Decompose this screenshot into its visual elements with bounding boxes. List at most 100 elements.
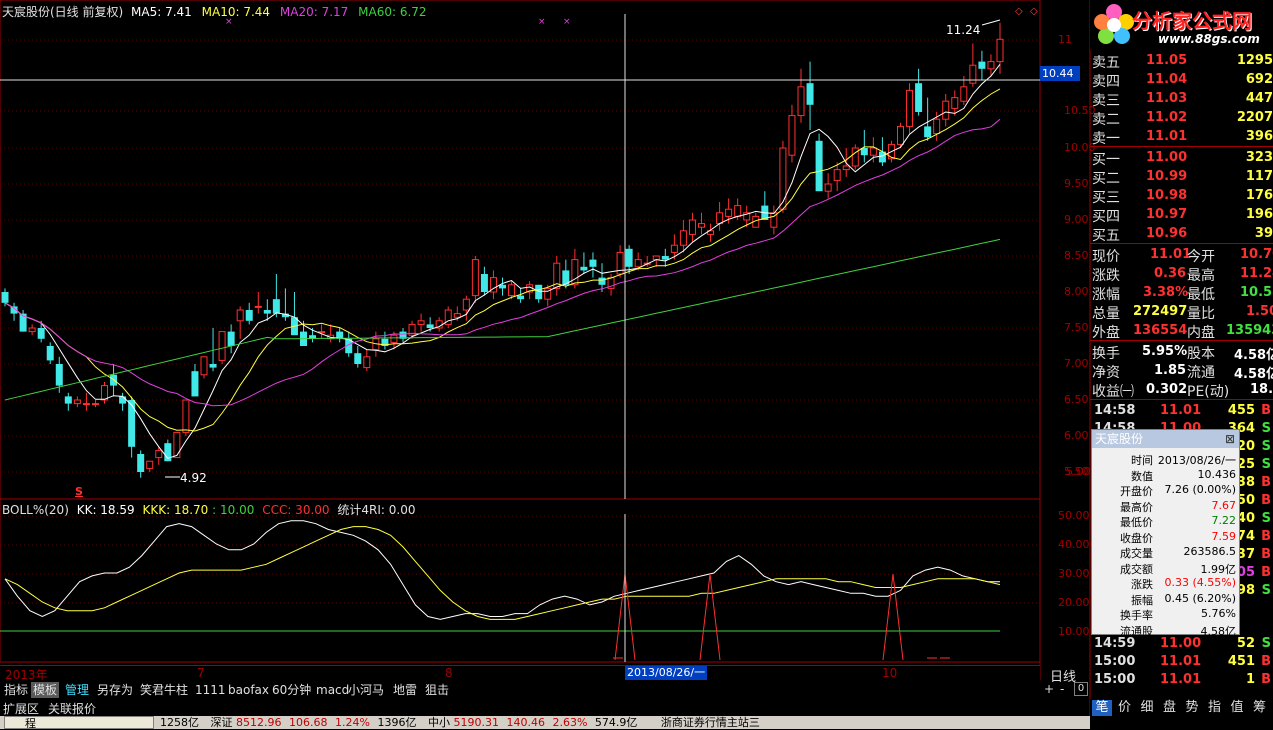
candle-body[interactable]: [173, 431, 181, 459]
order-book-price[interactable]: 10.96: [1146, 226, 1187, 241]
candle-body[interactable]: [82, 403, 90, 406]
candle-body[interactable]: [978, 61, 986, 69]
candle-body[interactable]: [589, 259, 597, 267]
candle-body[interactable]: [128, 400, 136, 447]
quote-tab-3[interactable]: 盘: [1160, 700, 1180, 716]
toolbar-button-4[interactable]: 笑君牛柱: [138, 682, 190, 698]
toolbar-button-5[interactable]: 1111: [193, 682, 228, 698]
candle-body[interactable]: [146, 460, 154, 469]
candle-body[interactable]: [924, 126, 932, 138]
candle-body[interactable]: [634, 259, 642, 268]
toolbar-button-11[interactable]: 狙击: [423, 682, 451, 698]
candle-body[interactable]: [119, 396, 127, 404]
candle-body[interactable]: [987, 61, 995, 70]
candle-body[interactable]: [28, 327, 36, 333]
candle-body[interactable]: [191, 371, 199, 397]
candle-body[interactable]: [209, 364, 217, 368]
candle-body[interactable]: [842, 165, 850, 171]
candle-body[interactable]: [688, 219, 696, 235]
candle-body[interactable]: [182, 399, 190, 433]
candle-body[interactable]: [471, 259, 479, 297]
order-book-price[interactable]: 11.02: [1146, 110, 1187, 125]
candle-body[interactable]: [725, 208, 733, 217]
order-book-price[interactable]: 11.01: [1146, 129, 1187, 144]
candle-body[interactable]: [73, 399, 81, 405]
candle-body[interactable]: [499, 284, 506, 289]
toolbar-button-1[interactable]: 模板: [31, 682, 60, 698]
candle-body[interactable]: [996, 38, 1004, 63]
candle-body[interactable]: [101, 385, 108, 401]
candle-body[interactable]: [417, 320, 425, 325]
data-popup[interactable]: 天宸股份 ⊠ 时间 2013/08/26/一 数值 10.436 开盘价 7.26 (0.…: [1091, 429, 1240, 638]
candle-body[interactable]: [652, 255, 660, 261]
toolbar-button-2[interactable]: 管理: [63, 682, 91, 698]
candle-body[interactable]: [137, 454, 145, 472]
candle-body[interactable]: [580, 266, 588, 271]
candle-body[interactable]: [272, 299, 280, 314]
toolbar-button-9[interactable]: 小河马: [346, 682, 386, 698]
candle-body[interactable]: [869, 147, 877, 156]
candle-body[interactable]: [906, 89, 914, 127]
candle-body[interactable]: [661, 256, 669, 260]
order-book-price[interactable]: 11.04: [1146, 72, 1187, 87]
candle-body[interactable]: [933, 118, 941, 135]
candle-body[interactable]: [453, 313, 461, 318]
candle-body[interactable]: [951, 97, 959, 109]
candle-body[interactable]: [698, 223, 705, 228]
candle-body[interactable]: [236, 309, 244, 322]
candle-body[interactable]: [815, 140, 823, 192]
candle-body[interactable]: [227, 331, 235, 346]
toolbar-button-7[interactable]: 60分钟: [270, 682, 313, 698]
order-book-price[interactable]: 11.03: [1146, 91, 1187, 106]
candle-body[interactable]: [716, 212, 724, 225]
zoom-reset-button[interactable]: 0: [1074, 682, 1088, 696]
candle-body[interactable]: [354, 353, 362, 364]
candle-body[interactable]: [571, 259, 579, 286]
order-book-price[interactable]: 10.98: [1146, 188, 1187, 203]
quote-tab-2[interactable]: 细: [1137, 700, 1157, 716]
candle-body[interactable]: [851, 147, 859, 167]
candle-body[interactable]: [535, 284, 543, 300]
toolbar-button-6[interactable]: baofax: [226, 682, 271, 698]
candle-body[interactable]: [155, 449, 163, 459]
order-book-price[interactable]: 10.97: [1146, 207, 1187, 222]
taskbar-window-button[interactable]: 程: [4, 716, 154, 730]
candle-body[interactable]: [788, 115, 796, 156]
candle-body[interactable]: [91, 403, 99, 406]
candle-body[interactable]: [833, 169, 841, 181]
candle-body[interactable]: [480, 274, 488, 292]
quote-tab-0[interactable]: 笔: [1092, 700, 1112, 716]
quote-tab-1[interactable]: 价: [1115, 700, 1135, 716]
toolbar-button-0[interactable]: 指标: [2, 682, 30, 698]
candle-body[interactable]: [860, 148, 868, 156]
extension-area-tab[interactable]: 扩展区: [3, 700, 39, 717]
candle-body[interactable]: [218, 331, 226, 361]
candle-body[interactable]: [1, 292, 9, 303]
candle-body[interactable]: [915, 83, 923, 112]
candle-body[interactable]: [245, 310, 253, 321]
candle-body[interactable]: [110, 374, 118, 386]
order-book-price[interactable]: 11.00: [1146, 150, 1187, 165]
quote-tab-7[interactable]: 筹: [1250, 700, 1270, 716]
candle-body[interactable]: [508, 284, 516, 297]
candle-body[interactable]: [797, 86, 805, 117]
candle-body[interactable]: [897, 125, 904, 145]
candle-body[interactable]: [598, 277, 606, 285]
order-book-price[interactable]: 10.99: [1146, 169, 1187, 184]
zoom-out-button[interactable]: -: [1060, 682, 1064, 696]
order-book-price[interactable]: 11.05: [1146, 53, 1187, 68]
quote-tab-4[interactable]: 势: [1182, 700, 1202, 716]
candle-body[interactable]: [734, 205, 742, 217]
candle-body[interactable]: [46, 346, 54, 361]
candle-body[interactable]: [37, 328, 45, 339]
candle-body[interactable]: [779, 147, 787, 210]
quote-tab-5[interactable]: 指: [1205, 700, 1225, 716]
candle-body[interactable]: [390, 334, 398, 343]
candle-body[interactable]: [462, 298, 470, 311]
candle-body[interactable]: [64, 396, 72, 404]
toolbar-button-3[interactable]: 另存为: [95, 682, 135, 698]
toolbar-button-10[interactable]: 地雷: [391, 682, 419, 698]
candle-body[interactable]: [679, 230, 687, 246]
candle-body[interactable]: [625, 248, 633, 267]
zoom-in-button[interactable]: +: [1044, 682, 1054, 696]
